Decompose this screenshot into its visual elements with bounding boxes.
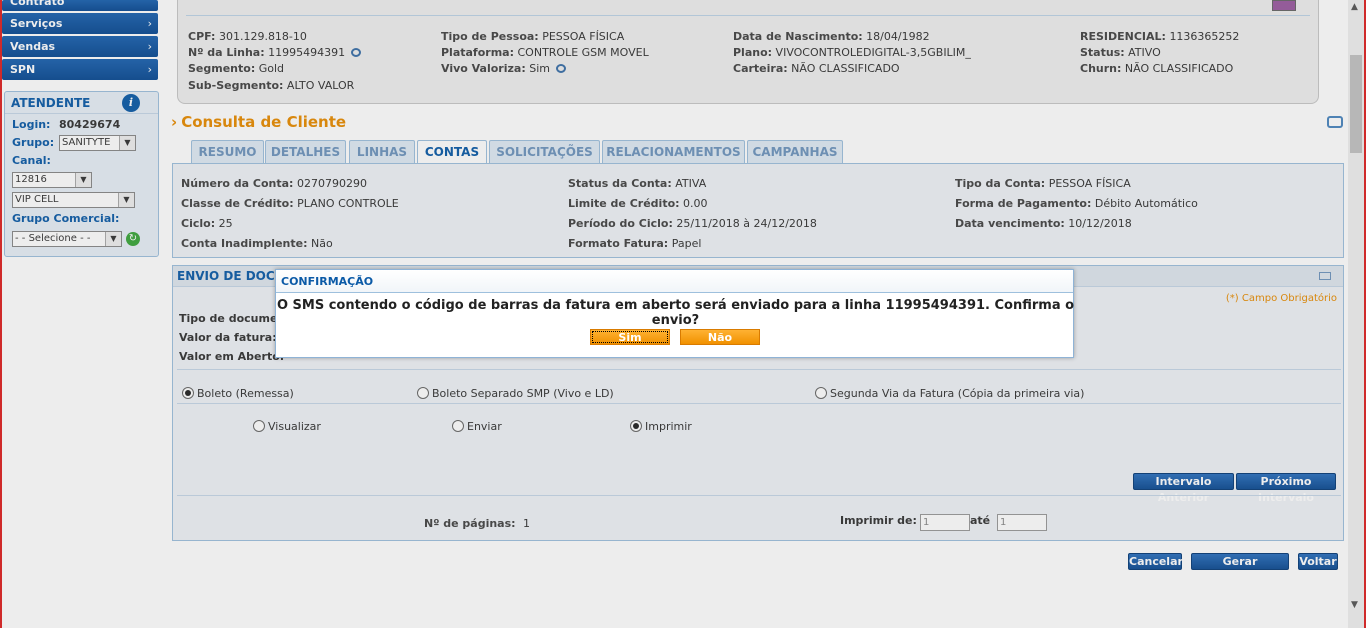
confirmation-dialog: CONFIRMAÇÃO O SMS contendo o código de b…	[275, 269, 1074, 358]
confirm-yes-button[interactable]: Sim	[590, 329, 670, 345]
dialog-title: CONFIRMAÇÃO	[276, 270, 1073, 293]
confirm-no-button[interactable]: Não	[680, 329, 760, 345]
dialog-message: O SMS contendo o código de barras da fat…	[276, 298, 1075, 328]
